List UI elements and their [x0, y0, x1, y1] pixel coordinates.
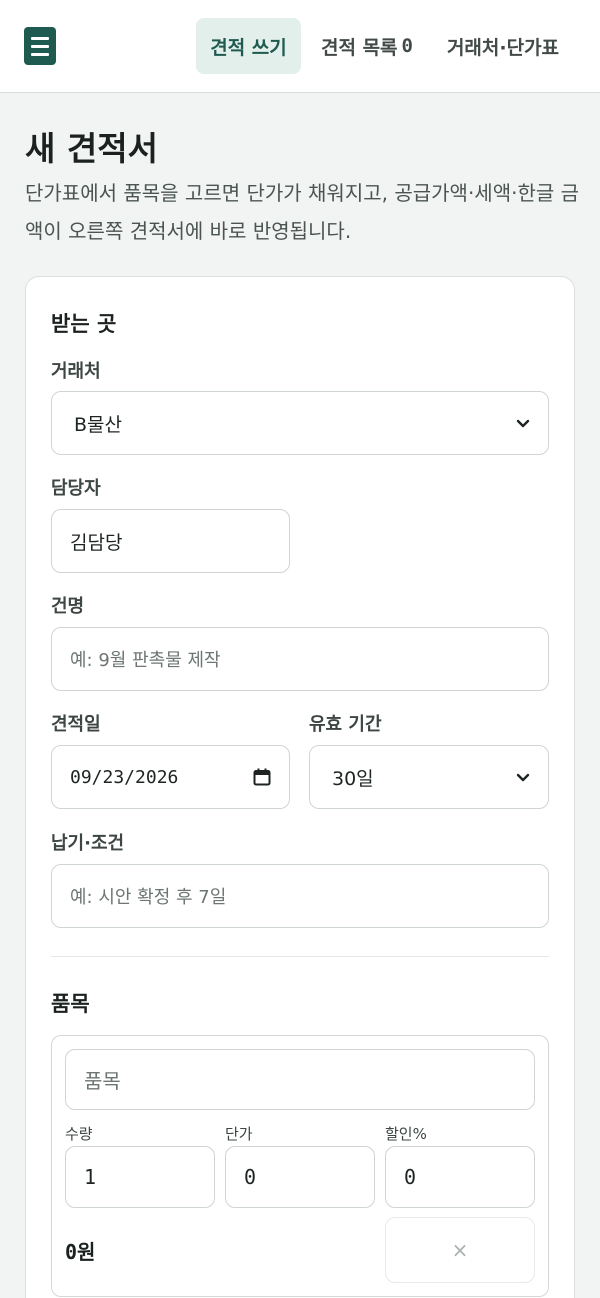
chevron-down-icon — [516, 419, 530, 428]
chevron-down-icon — [516, 773, 530, 782]
discount-input[interactable]: 0 — [385, 1146, 535, 1208]
subject-placeholder: 예: 9월 판촉물 제작 — [70, 650, 221, 671]
item-name-placeholder: 품목 — [84, 1069, 121, 1093]
quote-count-badge: 0 — [401, 35, 413, 57]
top-bar: 견적 쓰기 견적 목록 0 거래처·단가표 — [0, 0, 600, 93]
contact-input[interactable]: 김담당 — [51, 509, 290, 573]
validity-select[interactable]: 30일 — [309, 745, 549, 809]
close-icon: × — [451, 1238, 469, 1262]
subject-label: 건명 — [51, 596, 85, 617]
line-total: 0원 — [65, 1236, 95, 1265]
unit-price-label: 단가 — [225, 1125, 253, 1143]
quote-date-value: 09/23/2026 — [70, 766, 179, 788]
validity-label: 유효 기간 — [309, 714, 382, 735]
recipient-section-title: 받는 곳 — [51, 312, 117, 336]
item-name-input[interactable]: 품목 — [65, 1049, 535, 1110]
qty-value: 1 — [84, 1165, 97, 1189]
client-select[interactable]: B물산 — [51, 391, 549, 455]
discount-label: 할인% — [385, 1125, 427, 1143]
tab-clients-pricelist-label: 거래처·단가표 — [446, 36, 560, 59]
discount-value: 0 — [404, 1165, 417, 1189]
qty-label: 수량 — [65, 1125, 93, 1143]
client-label: 거래처 — [51, 361, 101, 382]
section-divider — [51, 956, 549, 957]
validity-select-value: 30일 — [332, 767, 374, 790]
subject-input[interactable]: 예: 9월 판촉물 제작 — [51, 627, 549, 691]
tab-clients-pricelist[interactable]: 거래처·단가표 — [436, 18, 570, 74]
quote-date-label: 견적일 — [51, 714, 101, 735]
tab-write-quote[interactable]: 견적 쓰기 — [196, 18, 301, 74]
line-total-unit: 원 — [77, 1240, 96, 1264]
tab-write-quote-label: 견적 쓰기 — [210, 36, 287, 59]
client-select-value: B물산 — [74, 413, 122, 436]
quote-date-input[interactable]: 09/23/2026 — [51, 745, 290, 809]
line-total-amount: 0 — [65, 1240, 78, 1264]
items-section-title: 품목 — [51, 992, 90, 1016]
calendar-icon[interactable] — [253, 768, 271, 786]
unit-price-value: 0 — [244, 1165, 257, 1189]
terms-label: 납기·조건 — [51, 833, 125, 854]
contact-input-value: 김담당 — [70, 531, 123, 554]
tab-quote-list[interactable]: 견적 목록 0 — [312, 18, 422, 74]
page-title: 새 견적서 — [25, 129, 158, 168]
terms-input[interactable]: 예: 시안 확정 후 7일 — [51, 864, 549, 928]
qty-input[interactable]: 1 — [65, 1146, 215, 1208]
contact-label: 담당자 — [51, 478, 101, 499]
tab-quote-list-label: 견적 목록 — [321, 36, 398, 59]
hamburger-menu-icon[interactable] — [24, 27, 56, 65]
page-description: 단가표에서 품목을 고르면 단가가 채워지고, 공급가액·세액·한글 금액이 오… — [25, 181, 580, 243]
terms-placeholder: 예: 시안 확정 후 7일 — [70, 887, 227, 908]
unit-price-input[interactable]: 0 — [225, 1146, 375, 1208]
remove-item-button[interactable]: × — [385, 1217, 535, 1283]
